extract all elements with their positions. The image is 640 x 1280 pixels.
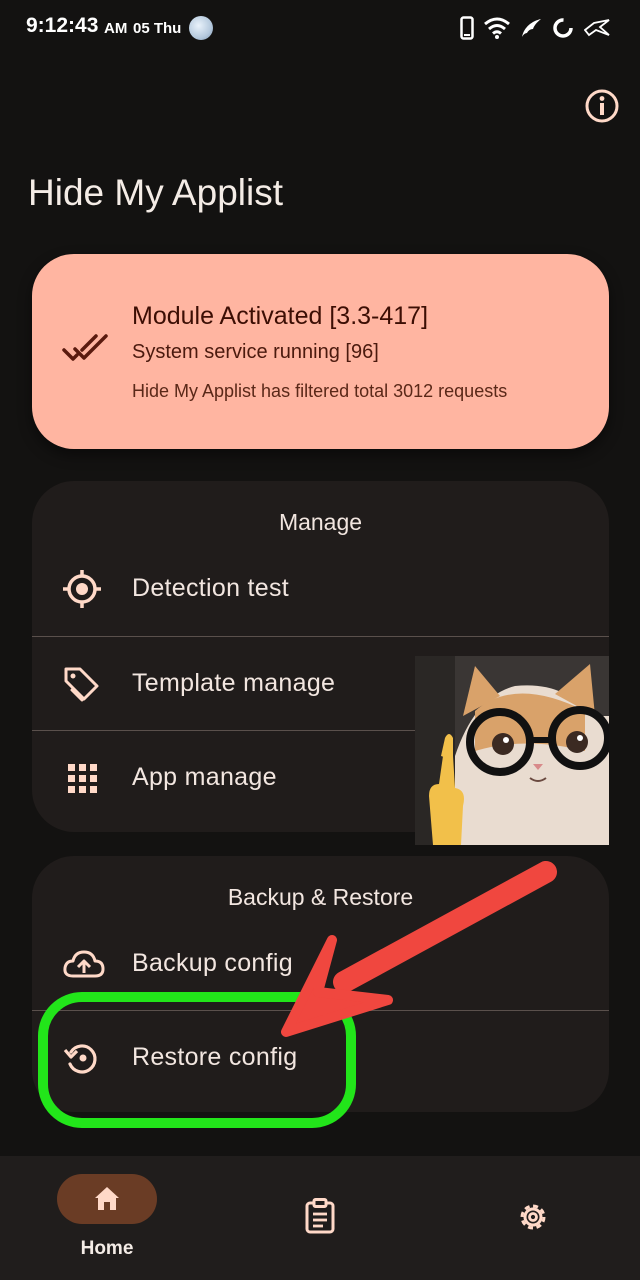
backup-config-label: Backup config	[132, 949, 293, 977]
info-button[interactable]	[584, 88, 620, 124]
nav-home[interactable]: Home	[0, 1156, 214, 1280]
grid-icon	[68, 764, 97, 793]
moon-icon	[189, 16, 213, 40]
ring-icon	[553, 18, 573, 38]
status-date: 05 Thu	[133, 20, 182, 37]
rog-logo-icon	[584, 19, 610, 37]
detection-test-label: Detection test	[132, 574, 290, 602]
manage-title: Manage	[278, 509, 363, 535]
detection-test-item[interactable]: Detection test	[32, 542, 609, 636]
template-manage-label: Template manage	[132, 669, 336, 697]
filter-count-text: Hide My Applist has filtered total 3012 …	[132, 381, 508, 401]
restore-highlight-box	[38, 992, 356, 1128]
cloud-upload-icon	[63, 950, 105, 978]
module-status-title: Module Activated [3.3-417]	[132, 302, 429, 330]
cat-sticker-image	[415, 656, 609, 845]
status-bar: 9:12:43 AM 05 Thu	[0, 0, 640, 56]
wifi-icon	[484, 17, 510, 39]
nav-logs[interactable]	[214, 1156, 426, 1280]
info-icon	[585, 89, 619, 123]
status-time: 9:12:43	[26, 14, 99, 37]
status-ampm: AM	[104, 20, 128, 37]
settings-icon	[520, 1204, 546, 1230]
module-status-card[interactable]: Module Activated [3.3-417] System servic…	[32, 254, 609, 449]
home-icon	[95, 1187, 119, 1210]
tag-icon	[64, 667, 99, 702]
double-check-icon	[62, 334, 108, 361]
target-icon	[63, 570, 101, 608]
page-title: Hide My Applist	[28, 172, 283, 213]
clipboard-icon	[305, 1198, 335, 1234]
service-status-text: System service running [96]	[132, 341, 379, 363]
nav-home-label: Home	[80, 1238, 134, 1259]
bottom-navigation: Home	[0, 1156, 640, 1280]
app-manage-label: App manage	[132, 763, 277, 791]
nav-settings[interactable]	[426, 1156, 640, 1280]
status-icons	[460, 14, 610, 42]
phone-icon	[460, 16, 474, 40]
backup-restore-title: Backup & Restore	[227, 884, 414, 910]
wing-icon	[522, 19, 541, 37]
